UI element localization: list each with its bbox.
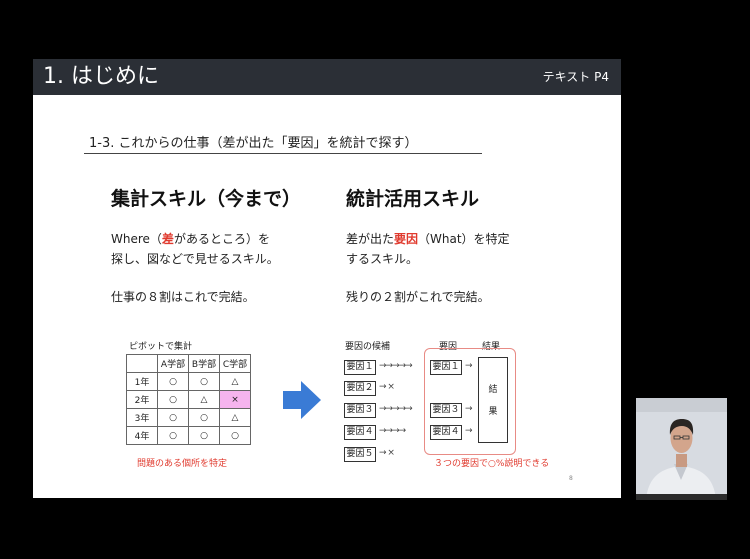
right-line-2: するスキル。 bbox=[346, 252, 419, 266]
slide-title: 1. はじめに bbox=[43, 64, 159, 89]
table-row: 3年 ○ ○ △ bbox=[126, 408, 251, 427]
table-header-cell bbox=[126, 354, 158, 373]
table-cell: △ bbox=[219, 372, 251, 391]
flow-arrows: →→→→ bbox=[379, 426, 406, 436]
left-heading: 集計スキル（今まで） bbox=[111, 188, 302, 210]
left-summary: 仕事の８割はこれで完結。 bbox=[111, 290, 255, 304]
pivot-table: A学部 B学部 C学部 1年 ○ ○ △ 2年 ○ △ × 3年 ○ ○ △ 4… bbox=[126, 354, 251, 445]
left-description: Where（差があるところ）を 探し、図などで見せるスキル。 bbox=[111, 229, 279, 269]
right-summary: 残りの２割がこれで完結。 bbox=[346, 290, 490, 304]
slide-header: 1. はじめに テキスト P4 bbox=[33, 59, 621, 95]
selected-factor-box: 要因４ bbox=[430, 425, 462, 440]
pivot-label: ピボットで集計 bbox=[129, 342, 193, 352]
section-subtitle: 1-3. これからの仕事（差が出た「要因」を統計で探す） bbox=[89, 136, 418, 151]
table-header-cell: A学部 bbox=[157, 354, 189, 373]
right-description: 差が出た要因（What）を特定 するスキル。 bbox=[346, 229, 510, 269]
flow-rejected: → × bbox=[379, 448, 395, 458]
flow-arrows: →→→→→ bbox=[379, 404, 413, 414]
presenter-video-image bbox=[636, 398, 727, 500]
table-header-row: A学部 B学部 C学部 bbox=[126, 354, 251, 373]
page-number: 8 bbox=[569, 475, 573, 482]
presenter-webcam bbox=[636, 398, 727, 500]
table-cell: ○ bbox=[188, 372, 220, 391]
table-cell: ○ bbox=[188, 426, 220, 445]
right-line-1: 差が出た要因（What）を特定 bbox=[346, 229, 510, 249]
flow-arrow: → bbox=[465, 426, 472, 436]
right-heading: 統計活用スキル bbox=[346, 188, 480, 210]
table-row-header: 3年 bbox=[126, 408, 158, 427]
text-segment: があるところ）を bbox=[173, 232, 270, 246]
factor-candidate-box: 要因５ bbox=[344, 447, 376, 462]
text-segment: Where（ bbox=[111, 232, 162, 246]
left-line-1: Where（差があるところ）を bbox=[111, 229, 279, 249]
text-reference: テキスト P4 bbox=[542, 70, 609, 84]
right-arrow-icon bbox=[283, 381, 321, 419]
table-row-header: 2年 bbox=[126, 390, 158, 409]
table-cell: ○ bbox=[188, 408, 220, 427]
result-char: 果 bbox=[488, 407, 498, 417]
table-header-cell: C学部 bbox=[219, 354, 251, 373]
factors-caption: ３つの要因で○%説明できる bbox=[434, 459, 550, 469]
factor-candidate-box: 要因２ bbox=[344, 381, 376, 396]
flow-rejected: → × bbox=[379, 382, 395, 392]
result-char: 結 bbox=[488, 385, 498, 395]
candidates-label: 要因の候補 bbox=[345, 342, 391, 352]
highlight-text: 要因 bbox=[394, 232, 419, 246]
table-cell: △ bbox=[188, 390, 220, 409]
selected-factor-box: 要因３ bbox=[430, 403, 462, 418]
text-segment: （What）を特定 bbox=[418, 232, 510, 246]
table-cell: ○ bbox=[157, 372, 189, 391]
flow-arrow: → bbox=[465, 361, 472, 371]
table-cell: ○ bbox=[157, 408, 189, 427]
selected-factor-box: 要因１ bbox=[430, 360, 462, 375]
flow-arrow: → bbox=[465, 404, 472, 414]
table-row-header: 4年 bbox=[126, 426, 158, 445]
table-cell: ○ bbox=[157, 390, 189, 409]
left-line-2: 探し、図などで見せるスキル。 bbox=[111, 252, 279, 266]
presentation-slide: 1. はじめに テキスト P4 1-3. これからの仕事（差が出た「要因」を統計… bbox=[33, 59, 621, 498]
table-cell: ○ bbox=[157, 426, 189, 445]
flow-arrows: →→→→→ bbox=[379, 361, 413, 371]
factor-candidate-box: 要因３ bbox=[344, 403, 376, 418]
text-segment: 差が出た bbox=[346, 232, 395, 246]
table-cell: △ bbox=[219, 408, 251, 427]
table-row: 2年 ○ △ × bbox=[126, 390, 251, 409]
highlight-text: 差 bbox=[161, 232, 174, 246]
factor-candidate-box: 要因４ bbox=[344, 425, 376, 440]
factor-candidate-box: 要因１ bbox=[344, 360, 376, 375]
result-box: 結 果 bbox=[478, 357, 508, 443]
subtitle-underline bbox=[84, 153, 482, 154]
table-row: 1年 ○ ○ △ bbox=[126, 372, 251, 391]
table-cell: ○ bbox=[219, 426, 251, 445]
table-row: 4年 ○ ○ ○ bbox=[126, 426, 251, 445]
table-header-cell: B学部 bbox=[188, 354, 220, 373]
table-row-header: 1年 bbox=[126, 372, 158, 391]
highlighted-cell: × bbox=[219, 390, 251, 409]
pivot-caption: 問題のある個所を特定 bbox=[137, 459, 228, 469]
